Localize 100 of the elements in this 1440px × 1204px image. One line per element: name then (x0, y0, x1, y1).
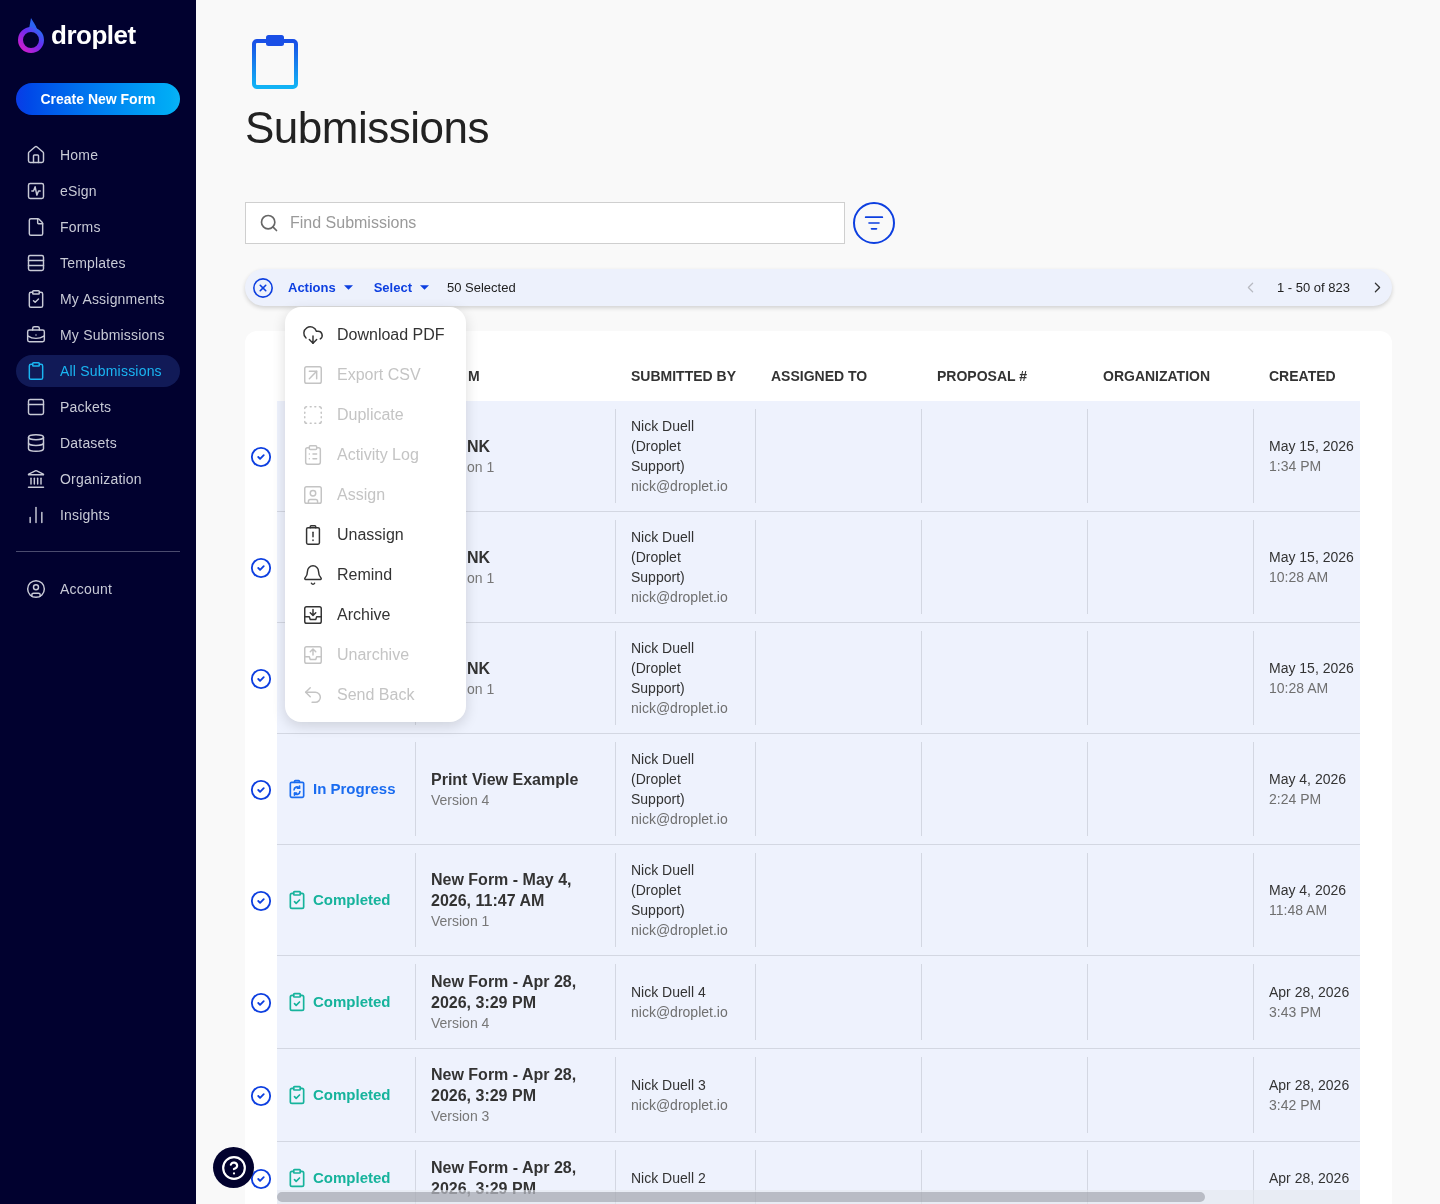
submitter-name: Nick Duell 4 (631, 983, 706, 1002)
search-field[interactable]: Find Submissions (245, 202, 845, 244)
form-version: on 1 (467, 568, 496, 588)
caret-icon (420, 285, 429, 290)
menu-item[interactable]: Download PDF (285, 315, 466, 355)
form-name: New Form - May 4, 2026, 11:47 AM (431, 870, 573, 911)
check-circle-icon[interactable] (250, 991, 272, 1014)
form-version: on 1 (467, 457, 496, 477)
submitter-email: nick@droplet.io (631, 1096, 728, 1115)
created-date: May 4, 2026 (1269, 881, 1347, 900)
column-header: SUBMITTED BY (631, 368, 736, 384)
rows-icon (26, 253, 46, 273)
submitter-email: nick@droplet.io (631, 810, 728, 829)
sidebar-item[interactable]: Organization (16, 463, 180, 495)
bell-icon (302, 564, 324, 586)
sidebar-item[interactable]: Datasets (16, 427, 180, 459)
sidebar-item[interactable]: My Submissions (16, 319, 180, 351)
sidebar-item[interactable]: My Assignments (16, 283, 180, 315)
form-name: New Form - Apr 28, 2026, 3:29 PM (431, 972, 578, 1013)
sidebar-item[interactable]: Home (16, 139, 180, 171)
sidebar-item[interactable]: All Submissions (16, 355, 180, 387)
cloud-download-icon (302, 324, 324, 346)
clipboard-check-icon (287, 890, 307, 910)
form-name: NK (467, 436, 492, 457)
status-label: Completed (313, 991, 391, 1012)
help-icon (220, 1154, 247, 1181)
column-header: CREATED (1269, 368, 1336, 384)
search-icon (259, 213, 279, 233)
column-header: M (468, 368, 480, 384)
actions-dropdown[interactable]: Actions (288, 277, 353, 298)
check-circle-icon[interactable] (250, 556, 272, 579)
clipboard-check-icon (287, 1168, 307, 1188)
check-circle-icon[interactable] (250, 889, 272, 912)
sidebar-item[interactable]: Forms (16, 211, 180, 243)
sidebar-item[interactable]: Insights (16, 499, 180, 531)
dashed-square-icon (302, 404, 324, 426)
form-name: New Form - Apr 28, 2026, 3:29 PM (431, 1158, 578, 1199)
column-header: PROPOSAL # (937, 368, 1027, 384)
created-time: 1:34 PM (1269, 457, 1322, 476)
logo-icon (16, 17, 46, 53)
form-name: Print View Example (431, 769, 580, 790)
created-time: 10:28 AM (1269, 568, 1329, 587)
clipboard-icon (251, 32, 299, 90)
sidebar-item[interactable]: Packets (16, 391, 180, 423)
submitter-name: Nick Duell 2 (631, 1169, 706, 1188)
filter-button[interactable] (853, 202, 895, 244)
submitter-email: nick@droplet.io (631, 921, 728, 940)
status-label: In Progress (313, 778, 396, 799)
user-circle-icon (26, 579, 46, 599)
status-label: Completed (313, 1084, 391, 1105)
sidebar-item[interactable]: Account (16, 573, 180, 605)
pagination-label: 1 - 50 of 823 (1277, 278, 1350, 297)
create-form-button[interactable]: Create New Form (16, 83, 180, 115)
pulse-square-icon (26, 181, 46, 201)
status-label: Completed (313, 1167, 391, 1188)
caret-icon (343, 285, 353, 290)
tray-upload-icon (302, 644, 324, 666)
check-circle-icon[interactable] (250, 1167, 272, 1190)
logo-text: droplet (51, 22, 136, 48)
submitter-name: Nick Duell (Droplet Support) (631, 750, 695, 809)
briefcase-icon (26, 325, 46, 345)
page-title: Submissions (245, 102, 490, 154)
menu-item[interactable]: Remind (285, 555, 466, 595)
created-date: Apr 28, 2026 (1269, 1169, 1350, 1188)
sidebar-item[interactable]: Templates (16, 247, 180, 279)
clipboard-check-icon (287, 1085, 307, 1105)
selection-count: 50 Selected (447, 278, 516, 297)
select-dropdown[interactable]: Select (373, 277, 429, 298)
menu-item[interactable]: Archive (285, 595, 466, 635)
bank-icon (26, 469, 46, 489)
check-circle-icon[interactable] (250, 445, 272, 468)
undo-icon (302, 684, 324, 706)
column-header: ASSIGNED TO (771, 368, 868, 384)
form-version: Version 4 (431, 790, 491, 810)
submitter-email: nick@droplet.io (631, 588, 728, 607)
menu-item[interactable]: Unassign (285, 515, 466, 555)
created-time: 10:28 AM (1269, 679, 1329, 698)
filter-icon (864, 213, 884, 233)
created-date: May 15, 2026 (1269, 437, 1354, 456)
submitter-email: nick@droplet.io (631, 699, 728, 718)
column-header: ORGANIZATION (1103, 368, 1211, 384)
help-button[interactable] (213, 1147, 254, 1188)
form-version: on 1 (467, 679, 496, 699)
check-circle-icon[interactable] (250, 778, 272, 801)
clipboard-list-icon (302, 444, 324, 466)
submitter-name: Nick Duell (Droplet Support) (631, 528, 695, 587)
submitter-name: Nick Duell (Droplet Support) (631, 639, 695, 698)
form-name: NK (467, 658, 492, 679)
sidebar-item[interactable]: eSign (16, 175, 180, 207)
created-date: May 15, 2026 (1269, 659, 1354, 678)
form-name: NK (467, 547, 492, 568)
created-date: Apr 28, 2026 (1269, 1076, 1350, 1095)
bar-chart-icon (26, 505, 46, 525)
submitter-name: Nick Duell 3 (631, 1076, 706, 1095)
clipboard-check-icon (26, 289, 46, 309)
close-circle-icon[interactable] (252, 276, 274, 299)
form-name: New Form - Apr 28, 2026, 3:29 PM (431, 1065, 578, 1106)
database-icon (26, 433, 46, 453)
check-circle-icon[interactable] (250, 1084, 272, 1107)
check-circle-icon[interactable] (250, 667, 272, 690)
